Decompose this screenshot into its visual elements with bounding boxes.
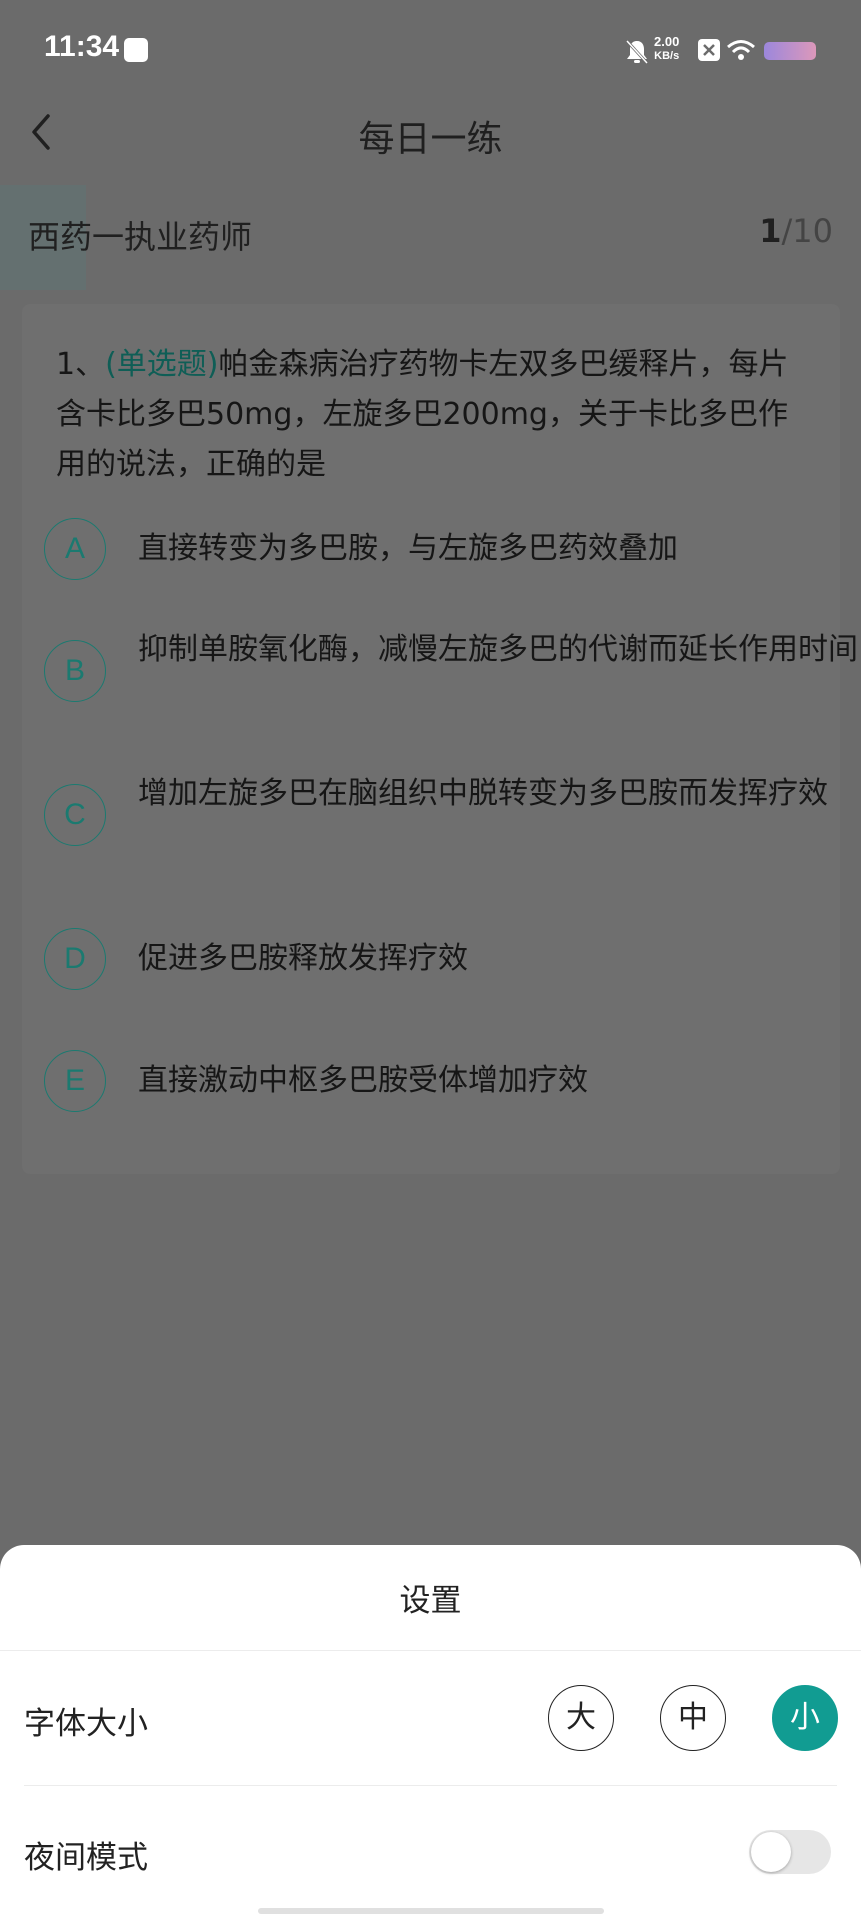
option-text: 直接转变为多巴胺，与左旋多巴药效叠加: [138, 531, 678, 566]
option-text: 增加左旋多巴在脑组织中脱转变为多巴胺而发挥疗效: [138, 776, 828, 811]
network-speed-unit: KB/s: [654, 50, 680, 62]
subject-label: 西药一执业药师: [28, 218, 253, 256]
option-letter: C: [44, 784, 106, 846]
status-time: 11:34: [44, 30, 120, 63]
counter-total: /10: [781, 212, 834, 250]
divider: [24, 1785, 837, 1786]
night-mode-label: 夜间模式: [24, 1840, 148, 1876]
battery-icon: [764, 42, 816, 60]
font-size-label: 字体大小: [24, 1706, 148, 1742]
divider: [0, 1650, 861, 1651]
question-number: 1、: [56, 347, 106, 382]
option-letter: A: [44, 518, 106, 580]
option-text: 直接激动中枢多巴胺受体增加疗效: [138, 1063, 588, 1098]
font-size-small-button[interactable]: 小: [772, 1685, 838, 1751]
bell-muted-icon: [624, 38, 650, 70]
counter-current: 1: [759, 212, 782, 250]
wifi-icon: [726, 38, 756, 66]
question-type: (单选题): [105, 347, 219, 382]
page-title: 每日一练: [358, 119, 503, 160]
question-counter: 1/10: [759, 212, 833, 250]
option-letter: E: [44, 1050, 106, 1112]
option-text: 促进多巴胺释放发挥疗效: [138, 941, 468, 976]
network-speed-value: 2.00: [654, 34, 680, 49]
home-indicator: [258, 1908, 604, 1914]
option-letter: D: [44, 928, 106, 990]
font-size-large-button[interactable]: 大: [548, 1685, 614, 1751]
sim-blocked-icon: [698, 39, 720, 61]
question-text: 1、(单选题)帕金森病治疗药物卡左双多巴缓释片，每片含卡比多巴50mg，左旋多巴…: [56, 340, 816, 490]
option-text: 抑制单胺氧化酶，减慢左旋多巴的代谢而延长作用时间: [138, 632, 858, 667]
network-speed: 2.00 KB/s: [654, 34, 679, 64]
font-size-medium-button[interactable]: 中: [660, 1685, 726, 1751]
option-letter: B: [44, 640, 106, 702]
toggle-knob: [751, 1832, 791, 1872]
sheet-title: 设置: [399, 1583, 462, 1619]
status-bar: 11:34 2.00 KB/s: [0, 0, 861, 100]
mail-notification-icon: [124, 38, 148, 62]
